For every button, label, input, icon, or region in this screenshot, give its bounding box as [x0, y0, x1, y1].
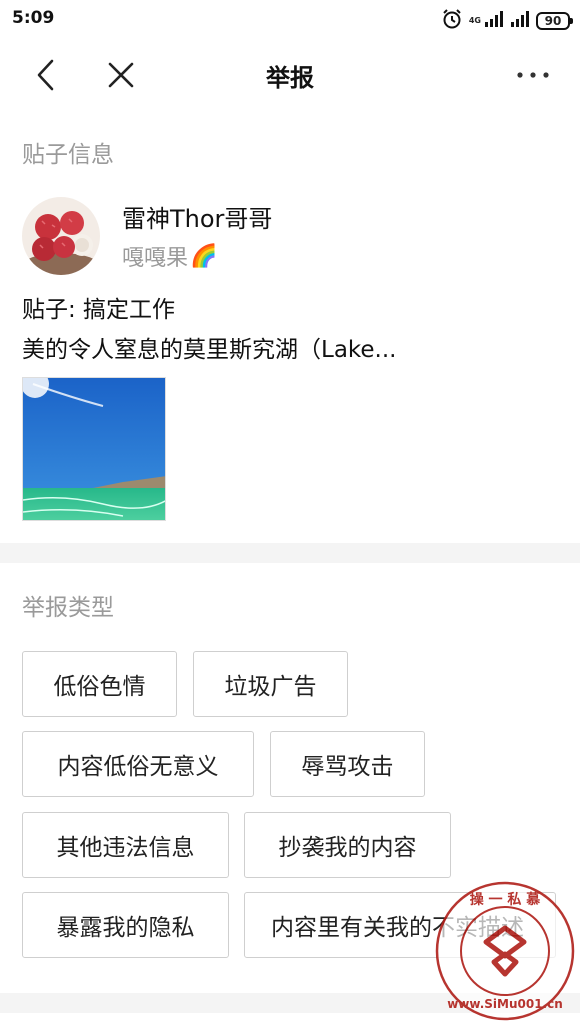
report-option-spam-ads[interactable]: 垃圾广告 [193, 651, 348, 717]
page-title: 举报 [266, 64, 314, 92]
post-info-section-title: 贴子信息 [22, 142, 114, 168]
report-option-privacy[interactable]: 暴露我的隐私 [22, 892, 229, 958]
status-bar: 5:09 4G 90 [0, 0, 580, 40]
signal-icon [510, 11, 530, 31]
author-subtitle-text: 嘎嘎果 [122, 246, 189, 271]
post-thumbnail[interactable] [22, 377, 166, 521]
battery-icon: 90 [536, 12, 573, 30]
more-dots-icon [517, 72, 549, 78]
status-time: 5:09 [12, 8, 55, 28]
report-option-illegal[interactable]: 其他违法信息 [22, 812, 229, 878]
status-icons: 4G 90 [441, 8, 573, 34]
post-title: 贴子: 搞定工作 [22, 297, 176, 323]
report-option-meaningless[interactable]: 内容低俗无意义 [22, 731, 254, 797]
nav-bar: 举报 [0, 40, 580, 110]
report-option-vulgar[interactable]: 低俗色情 [22, 651, 177, 717]
post-excerpt: 美的令人窒息的莫里斯究湖（Lake... [22, 337, 397, 363]
lake-image [23, 378, 165, 520]
author-subtitle: 嘎嘎果 🌈 [122, 240, 217, 272]
signal-icon [484, 11, 504, 31]
rainbow-emoji: 🌈 [190, 243, 218, 269]
report-option-abuse[interactable]: 辱骂攻击 [270, 731, 425, 797]
more-button[interactable] [508, 50, 558, 100]
network-type-label: 4G [468, 16, 481, 25]
lychee-avatar-image [22, 197, 100, 275]
section-divider [0, 993, 580, 1013]
report-type-section-title: 举报类型 [22, 595, 114, 621]
alarm-icon [441, 8, 463, 34]
report-option-plagiarism[interactable]: 抄袭我的内容 [244, 812, 451, 878]
avatar[interactable] [22, 197, 100, 275]
author-name[interactable]: 雷神Thor哥哥 [122, 199, 272, 234]
section-divider [0, 543, 580, 563]
report-option-false-description[interactable]: 内容里有关我的不实描述 [244, 892, 556, 958]
